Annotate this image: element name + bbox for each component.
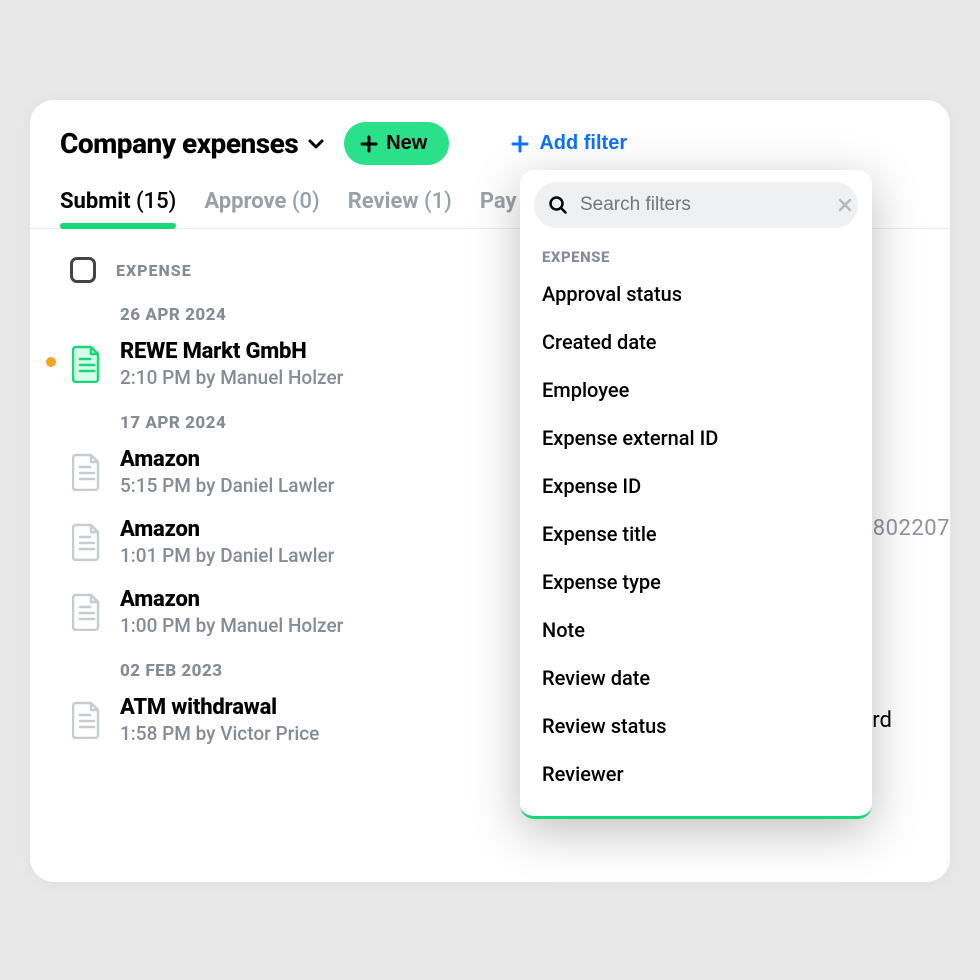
document-icon [70,593,104,631]
tab-label: Submit [60,189,131,214]
dropdown-section-label: EXPENSE [534,228,858,270]
add-filter-label: Add filter [539,132,627,155]
page-title[interactable]: Company expenses [60,127,326,160]
new-button-label: New [386,132,427,155]
filter-search-input[interactable] [578,193,827,217]
tab-label: Review [348,189,419,214]
document-icon [70,701,104,739]
filter-option[interactable]: Reviewer [534,750,858,798]
filter-option[interactable]: Note [534,606,858,654]
filter-option[interactable]: Created date [534,318,858,366]
clear-icon[interactable] [837,197,853,213]
plus-icon [360,135,378,153]
filter-option[interactable]: Review status [534,702,858,750]
header-row: Company expenses New Add filter [30,100,950,165]
chevron-down-icon [306,134,326,154]
filter-option[interactable]: Review date [534,654,858,702]
filter-option[interactable]: Expense type [534,558,858,606]
filter-option[interactable]: Expense title [534,510,858,558]
tab-label: Approve [204,189,286,214]
tab-count: (15) [136,189,176,214]
tab-count: (0) [292,189,320,214]
document-icon [70,453,104,491]
filter-dropdown: EXPENSE Approval status Created date Emp… [520,170,872,819]
select-all-checkbox[interactable] [70,257,96,283]
tab-approve[interactable]: Approve (0) [204,189,319,228]
filter-option[interactable]: Expense ID [534,462,858,510]
tab-submit[interactable]: Submit (15) [60,189,176,228]
column-header-expense: EXPENSE [116,261,192,280]
filter-option[interactable]: Approval status [534,270,858,318]
filter-search-box[interactable] [534,182,858,228]
status-dot-icon [46,357,56,367]
search-icon [548,195,568,215]
filter-option[interactable]: Expense external ID [534,414,858,462]
plus-icon [511,135,529,153]
new-expense-button[interactable]: New [344,122,449,165]
document-icon [70,523,104,561]
tab-review[interactable]: Review (1) [348,189,452,228]
tab-label: Pay [480,189,517,214]
filter-option[interactable]: Employee [534,366,858,414]
page-title-text: Company expenses [60,127,298,160]
partial-id-text: 4802207 [860,516,950,541]
add-filter-button[interactable]: Add filter [507,124,631,163]
tab-count: (1) [424,189,452,214]
document-icon [70,345,104,383]
